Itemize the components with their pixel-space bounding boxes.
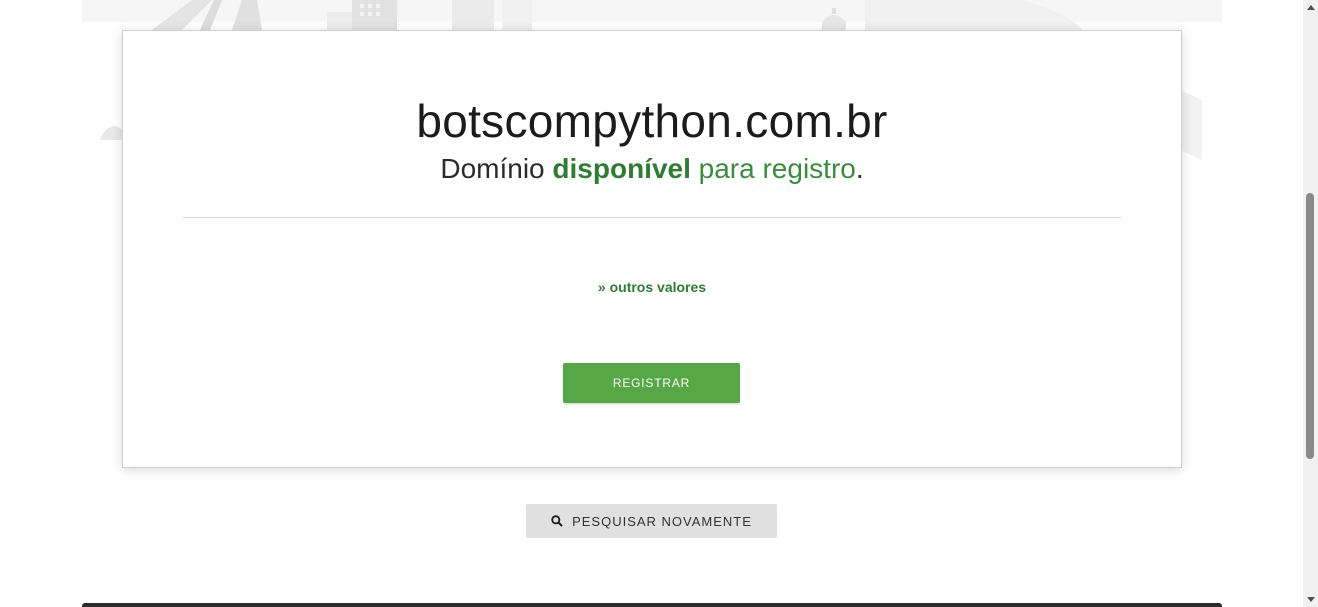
status-suffix: para registro: [698, 153, 856, 184]
availability-status: Domínio disponível para registro.: [123, 152, 1181, 186]
scrollbar-thumb[interactable]: [1306, 193, 1314, 459]
scroll-down-arrow-icon[interactable]: [1303, 592, 1318, 607]
status-prefix: Domínio: [440, 153, 545, 184]
domain-result-card: botscompython.com.br Domínio disponível …: [122, 30, 1182, 468]
search-again-label: PESQUISAR NOVAMENTE: [572, 513, 752, 529]
domain-name: botscompython.com.br: [416, 95, 888, 147]
status-period: .: [855, 153, 864, 184]
status-available-word: disponível: [552, 153, 691, 184]
scroll-up-arrow-icon[interactable]: [1303, 0, 1318, 15]
footer-strip: [82, 603, 1222, 607]
divider: [183, 217, 1121, 218]
register-button[interactable]: REGISTRAR: [563, 363, 740, 403]
search-again-button[interactable]: PESQUISAR NOVAMENTE: [526, 504, 777, 538]
vertical-scrollbar[interactable]: [1303, 0, 1318, 607]
other-prices-link[interactable]: » outros valores: [123, 279, 1181, 295]
page: botscompython.com.br Domínio disponível …: [0, 0, 1303, 607]
search-icon: [551, 515, 563, 527]
